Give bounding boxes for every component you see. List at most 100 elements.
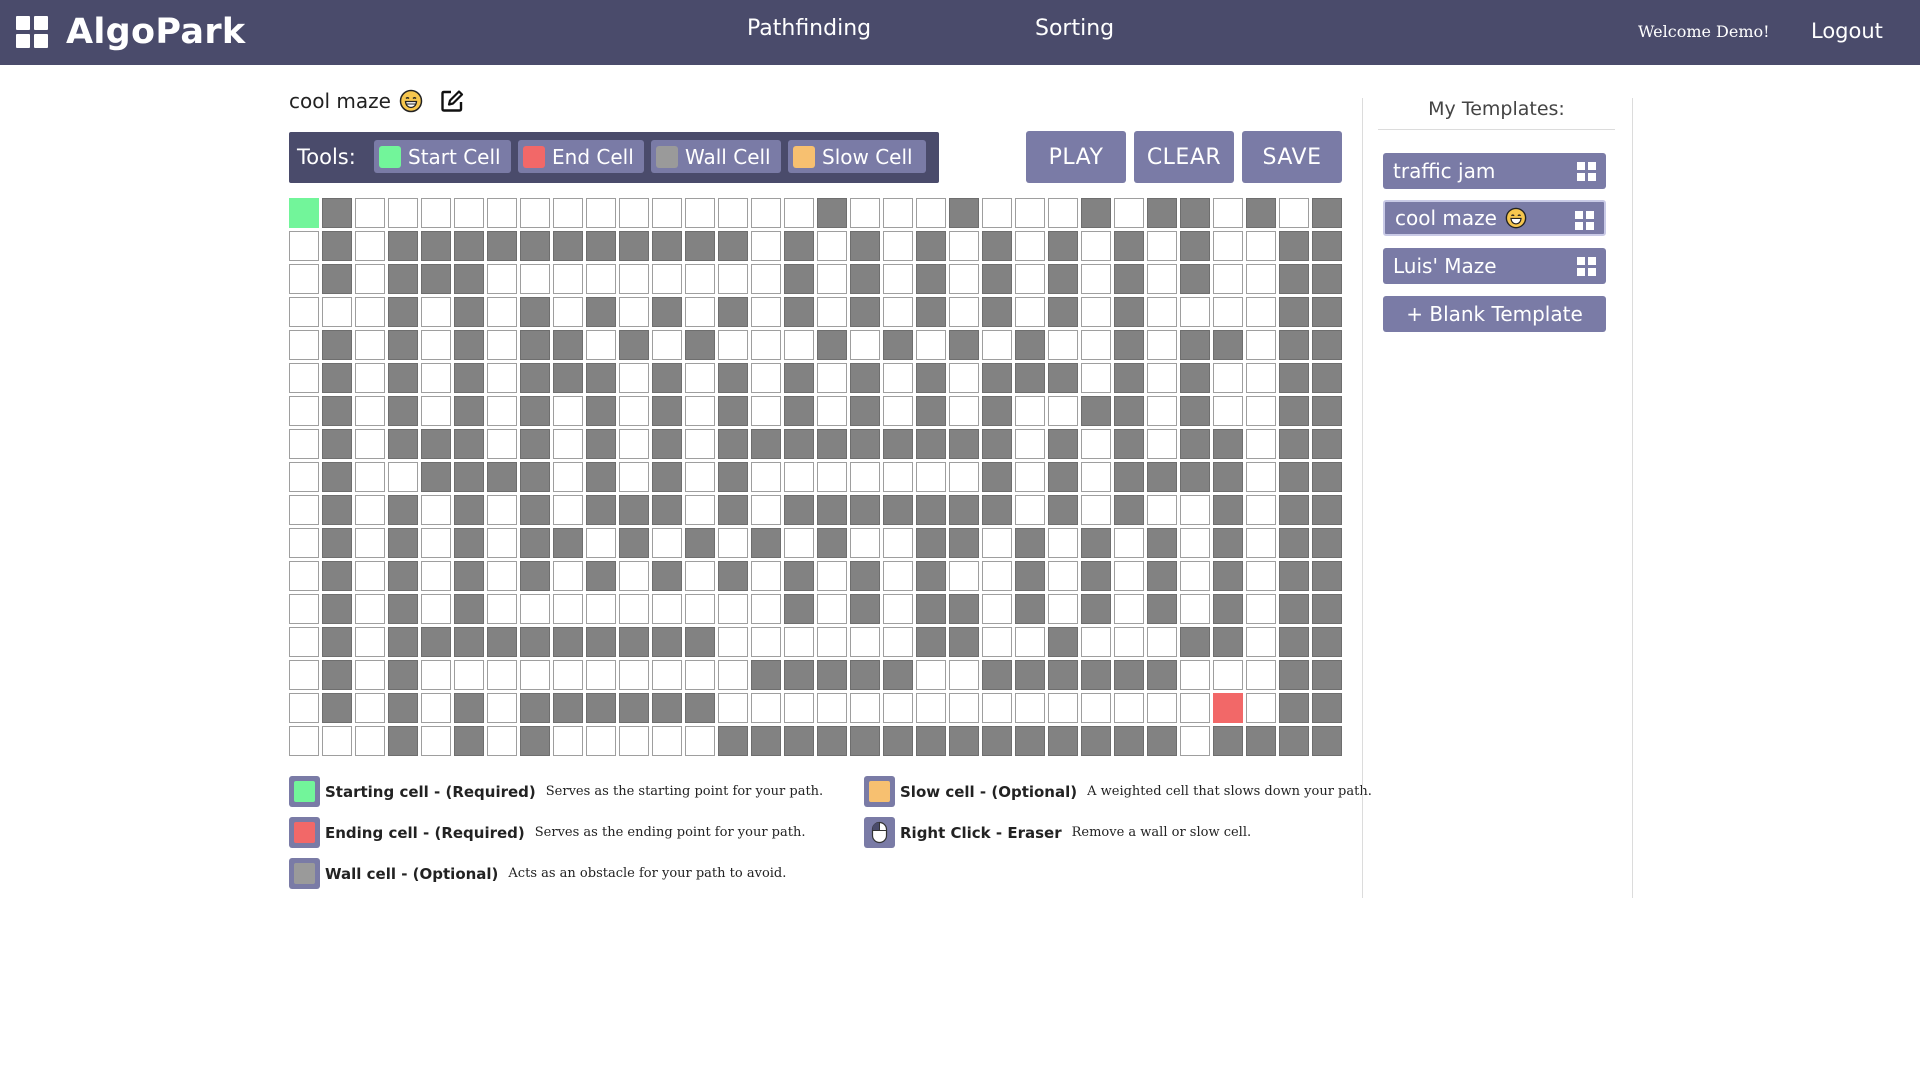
grid-cell[interactable]	[751, 330, 781, 360]
grid-cell-wall[interactable]	[1147, 660, 1177, 690]
grid-cell[interactable]	[289, 429, 319, 459]
grid-cell-wall[interactable]	[883, 660, 913, 690]
grid-cell-wall[interactable]	[454, 330, 484, 360]
grid-cell-wall[interactable]	[883, 429, 913, 459]
grid-cell[interactable]	[619, 396, 649, 426]
grid-cell[interactable]	[652, 528, 682, 558]
grid-cell[interactable]	[289, 660, 319, 690]
grid-cell-wall[interactable]	[784, 561, 814, 591]
grid-cell[interactable]	[1246, 627, 1276, 657]
grid-cell-wall[interactable]	[1015, 561, 1045, 591]
grid-cell[interactable]	[289, 495, 319, 525]
grid-cell[interactable]	[718, 627, 748, 657]
grid-cell-wall[interactable]	[982, 363, 1012, 393]
grid-cell[interactable]	[685, 561, 715, 591]
grid-cell[interactable]	[883, 693, 913, 723]
grid-cell[interactable]	[553, 264, 583, 294]
grid-cell[interactable]	[784, 627, 814, 657]
grid-cell-wall[interactable]	[883, 726, 913, 756]
grid-cell-wall[interactable]	[883, 330, 913, 360]
grid-cell-wall[interactable]	[520, 495, 550, 525]
grid-cell-wall[interactable]	[685, 231, 715, 261]
grid-cell[interactable]	[619, 561, 649, 591]
grid-cell-wall[interactable]	[982, 495, 1012, 525]
grid-cell-wall[interactable]	[718, 231, 748, 261]
grid-cell[interactable]	[553, 660, 583, 690]
grid-cell[interactable]	[1246, 264, 1276, 294]
grid-cell-wall[interactable]	[1312, 330, 1342, 360]
grid-cell-wall[interactable]	[751, 528, 781, 558]
grid-cell[interactable]	[1279, 198, 1309, 228]
grid-cell-wall[interactable]	[388, 264, 418, 294]
grid-cell-wall[interactable]	[718, 726, 748, 756]
grid-cell-wall[interactable]	[949, 627, 979, 657]
grid-cell[interactable]	[685, 297, 715, 327]
grid-cell[interactable]	[817, 363, 847, 393]
grid-cell-wall[interactable]	[652, 495, 682, 525]
grid-cell-wall[interactable]	[1213, 528, 1243, 558]
grid-cell[interactable]	[1048, 693, 1078, 723]
grid-cell[interactable]	[355, 429, 385, 459]
grid-cell-wall[interactable]	[1180, 198, 1210, 228]
grid-cell-wall[interactable]	[652, 363, 682, 393]
grid-cell-wall[interactable]	[1180, 363, 1210, 393]
grid-cell-wall[interactable]	[520, 363, 550, 393]
grid-cell-wall[interactable]	[322, 594, 352, 624]
grid-cell-wall[interactable]	[421, 231, 451, 261]
brand[interactable]: AlgoPark	[16, 12, 245, 52]
grid-cell-wall[interactable]	[520, 231, 550, 261]
grid-cell[interactable]	[1081, 297, 1111, 327]
grid-cell[interactable]	[487, 429, 517, 459]
grid-cell[interactable]	[1147, 495, 1177, 525]
grid-cell[interactable]	[487, 660, 517, 690]
grid-cell-wall[interactable]	[1048, 231, 1078, 261]
grid-cell[interactable]	[355, 627, 385, 657]
grid-cell[interactable]	[784, 198, 814, 228]
grid-cell[interactable]	[1213, 363, 1243, 393]
grid-cell[interactable]	[652, 198, 682, 228]
grid-cell[interactable]	[553, 594, 583, 624]
grid-cell-wall[interactable]	[553, 363, 583, 393]
grid-cell[interactable]	[883, 264, 913, 294]
grid-cell-wall[interactable]	[1312, 693, 1342, 723]
grid-cell-wall[interactable]	[1081, 528, 1111, 558]
grid-cell-wall[interactable]	[586, 462, 616, 492]
grid-cell-wall[interactable]	[454, 297, 484, 327]
grid-cell-wall[interactable]	[454, 594, 484, 624]
grid-cell-wall[interactable]	[1213, 429, 1243, 459]
grid-cell[interactable]	[883, 627, 913, 657]
grid-cell[interactable]	[553, 198, 583, 228]
grid-cell-wall[interactable]	[850, 495, 880, 525]
grid-cell[interactable]	[784, 528, 814, 558]
grid-cell-wall[interactable]	[982, 231, 1012, 261]
grid-cell-wall[interactable]	[1312, 363, 1342, 393]
grid-cell[interactable]	[850, 528, 880, 558]
grid-cell[interactable]	[916, 330, 946, 360]
grid-cell[interactable]	[289, 528, 319, 558]
grid-cell-wall[interactable]	[619, 330, 649, 360]
grid-cell-wall[interactable]	[553, 528, 583, 558]
grid-cell-wall[interactable]	[1279, 231, 1309, 261]
grid-cell-wall[interactable]	[1312, 264, 1342, 294]
grid-cell-wall[interactable]	[916, 495, 946, 525]
grid-cell-wall[interactable]	[1048, 429, 1078, 459]
grid-cell[interactable]	[586, 594, 616, 624]
grid-cell-wall[interactable]	[520, 693, 550, 723]
grid-cell[interactable]	[1081, 264, 1111, 294]
nav-link-sorting[interactable]: Sorting	[1035, 16, 1114, 41]
grid-cell[interactable]	[949, 297, 979, 327]
grid-cell-wall[interactable]	[1180, 462, 1210, 492]
grid-cell[interactable]	[289, 297, 319, 327]
grid-cell[interactable]	[718, 330, 748, 360]
grid-cell[interactable]	[1048, 594, 1078, 624]
grid-cell-wall[interactable]	[652, 231, 682, 261]
grid-cell-wall[interactable]	[1180, 264, 1210, 294]
grid-cell-wall[interactable]	[1312, 231, 1342, 261]
grid-cell-wall[interactable]	[322, 231, 352, 261]
grid-cell[interactable]	[586, 264, 616, 294]
grid-cell[interactable]	[751, 231, 781, 261]
grid-cell[interactable]	[1246, 660, 1276, 690]
grid-cell-wall[interactable]	[1312, 297, 1342, 327]
grid-cell[interactable]	[1081, 330, 1111, 360]
grid-cell[interactable]	[718, 693, 748, 723]
